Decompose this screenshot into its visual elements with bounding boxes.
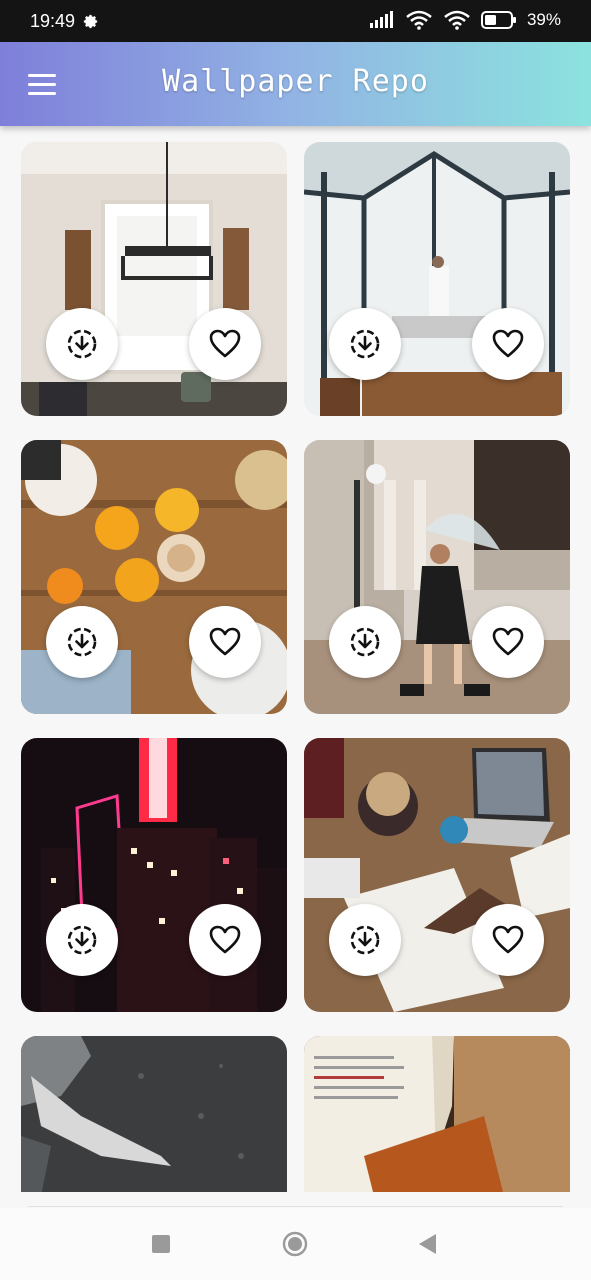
wallpaper-image[interactable] <box>21 1036 287 1192</box>
wallpaper-card-umbrella-girl[interactable] <box>304 440 570 714</box>
recents-square-icon[interactable] <box>152 1235 170 1253</box>
favorite-button[interactable] <box>189 606 261 678</box>
download-button[interactable] <box>329 308 401 380</box>
favorite-button[interactable] <box>189 308 261 380</box>
download-icon <box>67 627 97 657</box>
download-button[interactable] <box>329 606 401 678</box>
wallpaper-card-dining-room[interactable] <box>21 142 287 416</box>
wallpaper-card-desk-sketch[interactable] <box>304 738 570 1012</box>
download-button[interactable] <box>46 308 118 380</box>
download-icon <box>350 925 380 955</box>
wallpaper-card-textured-stone[interactable] <box>21 1036 287 1192</box>
download-button[interactable] <box>46 606 118 678</box>
wallpaper-card-cafe-toast[interactable] <box>21 440 287 714</box>
wallpaper-grid[interactable] <box>0 126 591 1192</box>
battery-icon <box>480 11 516 29</box>
wallpaper-image[interactable] <box>21 738 287 1012</box>
heart-outline-icon <box>492 329 524 358</box>
heart-outline-icon <box>209 925 241 954</box>
download-button[interactable] <box>329 904 401 976</box>
back-triangle-icon[interactable] <box>417 1233 437 1255</box>
system-nav-bar <box>0 1208 591 1280</box>
wallpaper-image[interactable] <box>21 440 287 714</box>
favorite-button[interactable] <box>472 904 544 976</box>
home-circle-icon[interactable] <box>282 1231 308 1257</box>
download-icon <box>67 329 97 359</box>
divider <box>28 1206 563 1207</box>
wifi-icon <box>406 10 432 30</box>
wallpaper-image[interactable] <box>304 440 570 714</box>
wallpaper-card-glass-room[interactable] <box>304 142 570 416</box>
download-icon <box>350 627 380 657</box>
favorite-button[interactable] <box>189 904 261 976</box>
favorite-button[interactable] <box>472 308 544 380</box>
wallpaper-image[interactable] <box>304 142 570 416</box>
wallpaper-card-neon-city[interactable] <box>21 738 287 1012</box>
signal-icon <box>369 11 393 28</box>
wifi-icon <box>444 10 470 30</box>
download-icon <box>67 925 97 955</box>
wallpaper-image[interactable] <box>304 1036 570 1192</box>
wallpaper-card-open-book[interactable] <box>304 1036 570 1192</box>
app-title: Wallpaper Repo <box>162 64 429 99</box>
app-bar: Wallpaper Repo <box>0 42 591 126</box>
wallpaper-image[interactable] <box>304 738 570 1012</box>
download-button[interactable] <box>46 904 118 976</box>
heart-outline-icon <box>209 627 241 656</box>
heart-outline-icon <box>492 627 524 656</box>
battery-percent: 39% <box>526 10 561 29</box>
settings-gear-icon <box>83 14 98 29</box>
heart-outline-icon <box>492 925 524 954</box>
status-time: 19:49 <box>30 11 76 31</box>
status-bar: 19:49 39% <box>0 0 591 42</box>
wallpaper-image[interactable] <box>21 142 287 416</box>
download-icon <box>350 329 380 359</box>
favorite-button[interactable] <box>472 606 544 678</box>
heart-outline-icon <box>209 329 241 358</box>
